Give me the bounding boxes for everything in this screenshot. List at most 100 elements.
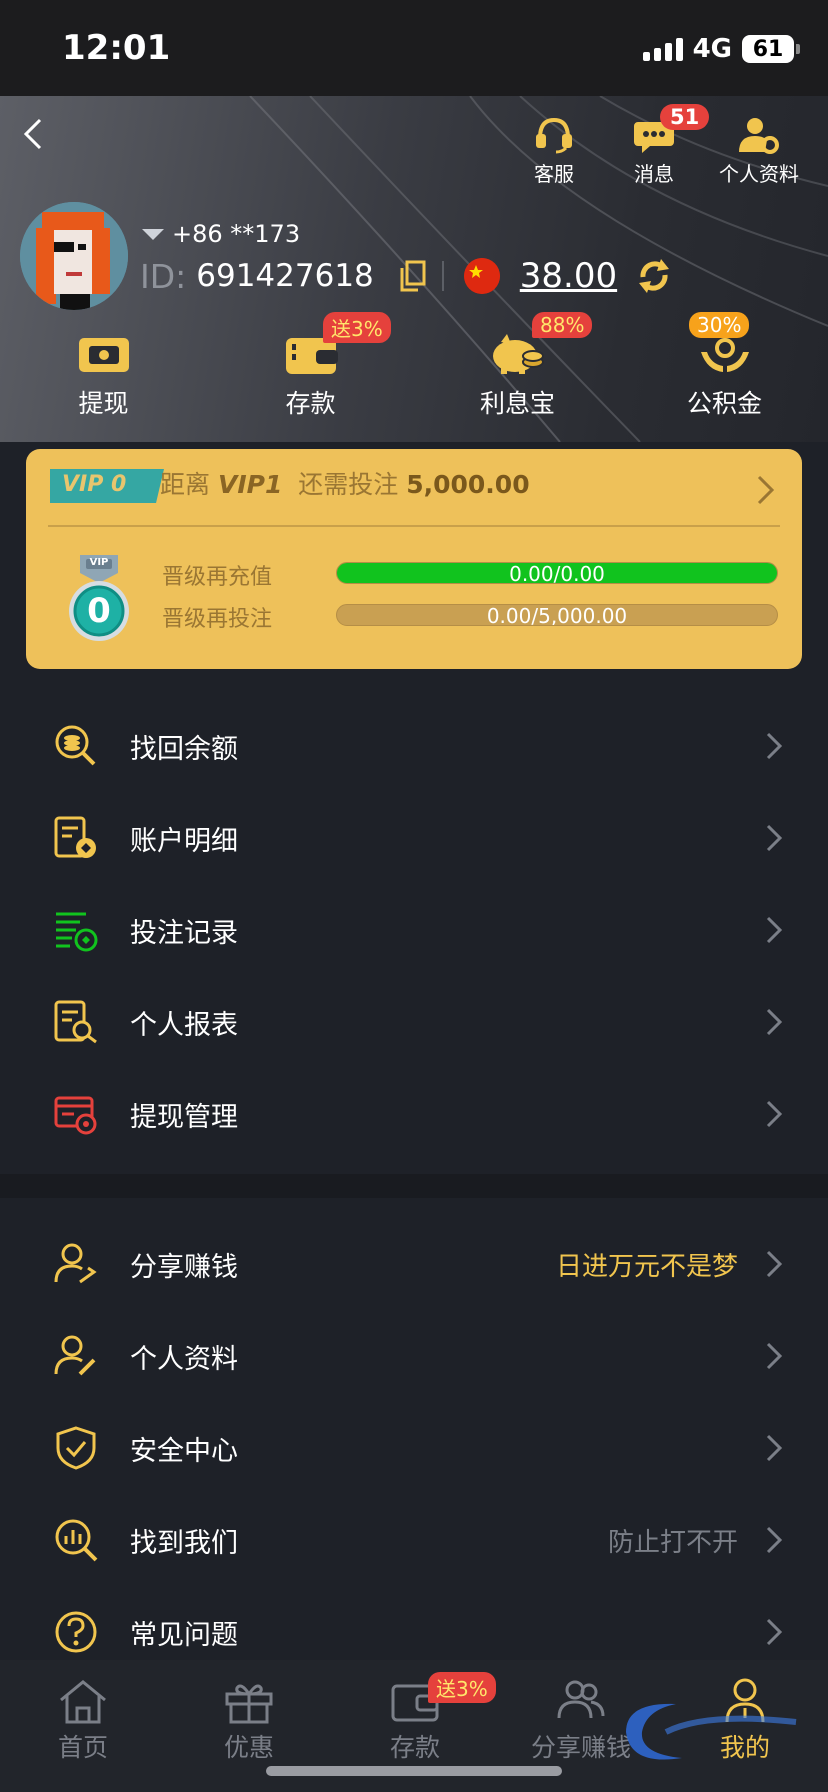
phone-row[interactable]: +86 **173 (142, 220, 300, 248)
quick-withdraw[interactable]: 提现 (0, 330, 207, 420)
avatar[interactable] (20, 202, 128, 310)
chevron-right-icon (766, 1618, 783, 1646)
quick-fund-label: 公积金 (686, 389, 762, 418)
chevron-right-icon (766, 1434, 783, 1462)
vip-distance-prefix: 距离 (160, 470, 211, 499)
battery-level: 61 (752, 36, 784, 62)
messages-label: 消息 (634, 162, 674, 186)
account-detail-icon (54, 816, 96, 858)
quick-fund[interactable]: 30% 公积金 (621, 312, 828, 420)
menu-withdraw-manage[interactable]: 提现管理 (0, 1068, 828, 1160)
menu-label: 找到我们 (130, 1527, 238, 1559)
divider (441, 261, 444, 291)
vip-distance-text: 距离 VIP1 还需投注 5,000.00 (160, 465, 530, 501)
chevron-right-icon (766, 824, 783, 852)
progress-recharge-bar: 0.00/0.00 (336, 562, 778, 584)
gift-icon (225, 1684, 273, 1724)
question-icon (55, 1611, 97, 1653)
status-indicators: 4G 61 (642, 34, 800, 64)
shield-check-icon (56, 1426, 96, 1470)
fund-badge: 30% (689, 312, 750, 338)
progress-recharge-label: 晋级再充值 (162, 565, 273, 590)
profile-gear-icon (739, 118, 779, 154)
interest-badge: 88% (532, 312, 593, 338)
menu-sub-text: 日进万元不是梦 (555, 1251, 738, 1282)
quick-actions: 提现 送3% 存款 88% 利息宝 30% 公积金 (0, 312, 828, 420)
quick-deposit[interactable]: 送3% 存款 (207, 312, 414, 420)
phone-number: +86 **173 (172, 220, 301, 248)
menu-share-earn[interactable]: 分享赚钱 日进万元不是梦 (0, 1218, 828, 1310)
menu-group-account: 找回余额 账户明细 投注记录 个人报表 提现管理 (0, 700, 828, 1160)
header-actions: 客服 51 消息 个人资料 (504, 104, 814, 187)
id-row: ID: 691427618 38.00 (140, 256, 673, 296)
refresh-icon[interactable] (635, 257, 673, 295)
vip-next-level: VIP1 (217, 470, 283, 499)
quick-interest[interactable]: 88% 利息宝 (414, 312, 621, 420)
medal-ribbon-text: VIP (89, 557, 109, 568)
menu-account-detail[interactable]: 账户明细 (0, 792, 828, 884)
tab-label: 优惠 (223, 1733, 274, 1762)
quick-interest-label: 利息宝 (479, 389, 555, 418)
chevron-right-icon (766, 1008, 783, 1036)
vip-divider (48, 525, 780, 527)
find-us-icon (55, 1519, 98, 1562)
profile-header: 客服 51 消息 个人资料 +86 **173 ID: 691427618 38… (0, 96, 828, 442)
deposit-badge: 送3% (323, 312, 391, 343)
back-button[interactable] (14, 114, 54, 154)
customer-service-button[interactable]: 客服 (504, 114, 604, 187)
vip-need-text: 还需投注 (298, 470, 399, 499)
profile-button[interactable]: 个人资料 (704, 114, 814, 187)
menu-label: 个人报表 (130, 1009, 238, 1041)
watermark-logo (626, 1703, 797, 1760)
pixel-avatar-icon (20, 202, 128, 310)
tab-label: 首页 (57, 1733, 108, 1762)
quick-deposit-label: 存款 (285, 389, 336, 418)
menu-group-general: 分享赚钱 日进万元不是梦 个人资料 安全中心 找到我们 防止打不开 常见问题 (0, 1218, 828, 1678)
status-bar: 12:01 4G 61 (0, 0, 828, 96)
id-label: ID: (140, 256, 187, 296)
tab-deposit[interactable]: 送3% 存款 (332, 1672, 498, 1764)
id-value: 691427618 (196, 258, 374, 294)
menu-label: 提现管理 (130, 1101, 238, 1133)
quick-withdraw-label: 提现 (78, 389, 129, 418)
vip-card[interactable]: VIP 0 距离 VIP1 还需投注 5,000.00 VIP 0 晋级再充值 … (26, 449, 802, 669)
withdraw-manage-icon (54, 1096, 97, 1135)
deposit-tab-badge: 送3% (428, 1672, 496, 1703)
tab-home[interactable]: 首页 (0, 1678, 166, 1764)
bet-record-icon (56, 912, 98, 952)
menu-label: 找回余额 (130, 733, 238, 765)
copy-icon[interactable] (398, 260, 426, 292)
menu-label: 常见问题 (130, 1619, 238, 1651)
menu-bet-record[interactable]: 投注记录 (0, 884, 828, 976)
report-search-icon (54, 1000, 97, 1044)
chevron-right-icon (766, 916, 783, 944)
section-divider (0, 1174, 828, 1198)
menu-find-us[interactable]: 找到我们 防止打不开 (0, 1494, 828, 1586)
menu-personal-report[interactable]: 个人报表 (0, 976, 828, 1068)
withdraw-ticket-icon (78, 338, 129, 372)
chevron-right-icon (766, 1100, 783, 1128)
vip-need-amount: 5,000.00 (406, 470, 530, 499)
menu-label: 投注记录 (130, 917, 238, 949)
progress-bet-label: 晋级再投注 (162, 607, 273, 632)
network-type: 4G (692, 34, 732, 64)
menu-label: 账户明细 (130, 825, 238, 857)
medal-number: 0 (87, 591, 111, 631)
chevron-right-icon (757, 475, 775, 505)
menu-personal-info[interactable]: 个人资料 (0, 1310, 828, 1402)
tab-label: 存款 (389, 1733, 440, 1762)
messages-button[interactable]: 51 消息 (604, 104, 710, 187)
user-edit-icon (54, 1335, 96, 1376)
menu-recover-balance[interactable]: 找回余额 (0, 700, 828, 792)
progress-bet-bar: 0.00/5,000.00 (336, 604, 778, 626)
signal-icon (642, 37, 683, 61)
menu-label: 安全中心 (130, 1435, 238, 1467)
progress-recharge-text: 0.00/0.00 (509, 562, 605, 584)
vip-level-tag: VIP 0 (50, 469, 164, 503)
dropdown-triangle-icon (142, 228, 164, 240)
tab-promotions[interactable]: 优惠 (166, 1678, 332, 1764)
menu-security-center[interactable]: 安全中心 (0, 1402, 828, 1494)
chevron-right-icon (766, 1342, 783, 1370)
home-indicator (266, 1766, 562, 1776)
status-time: 12:01 (62, 28, 171, 68)
